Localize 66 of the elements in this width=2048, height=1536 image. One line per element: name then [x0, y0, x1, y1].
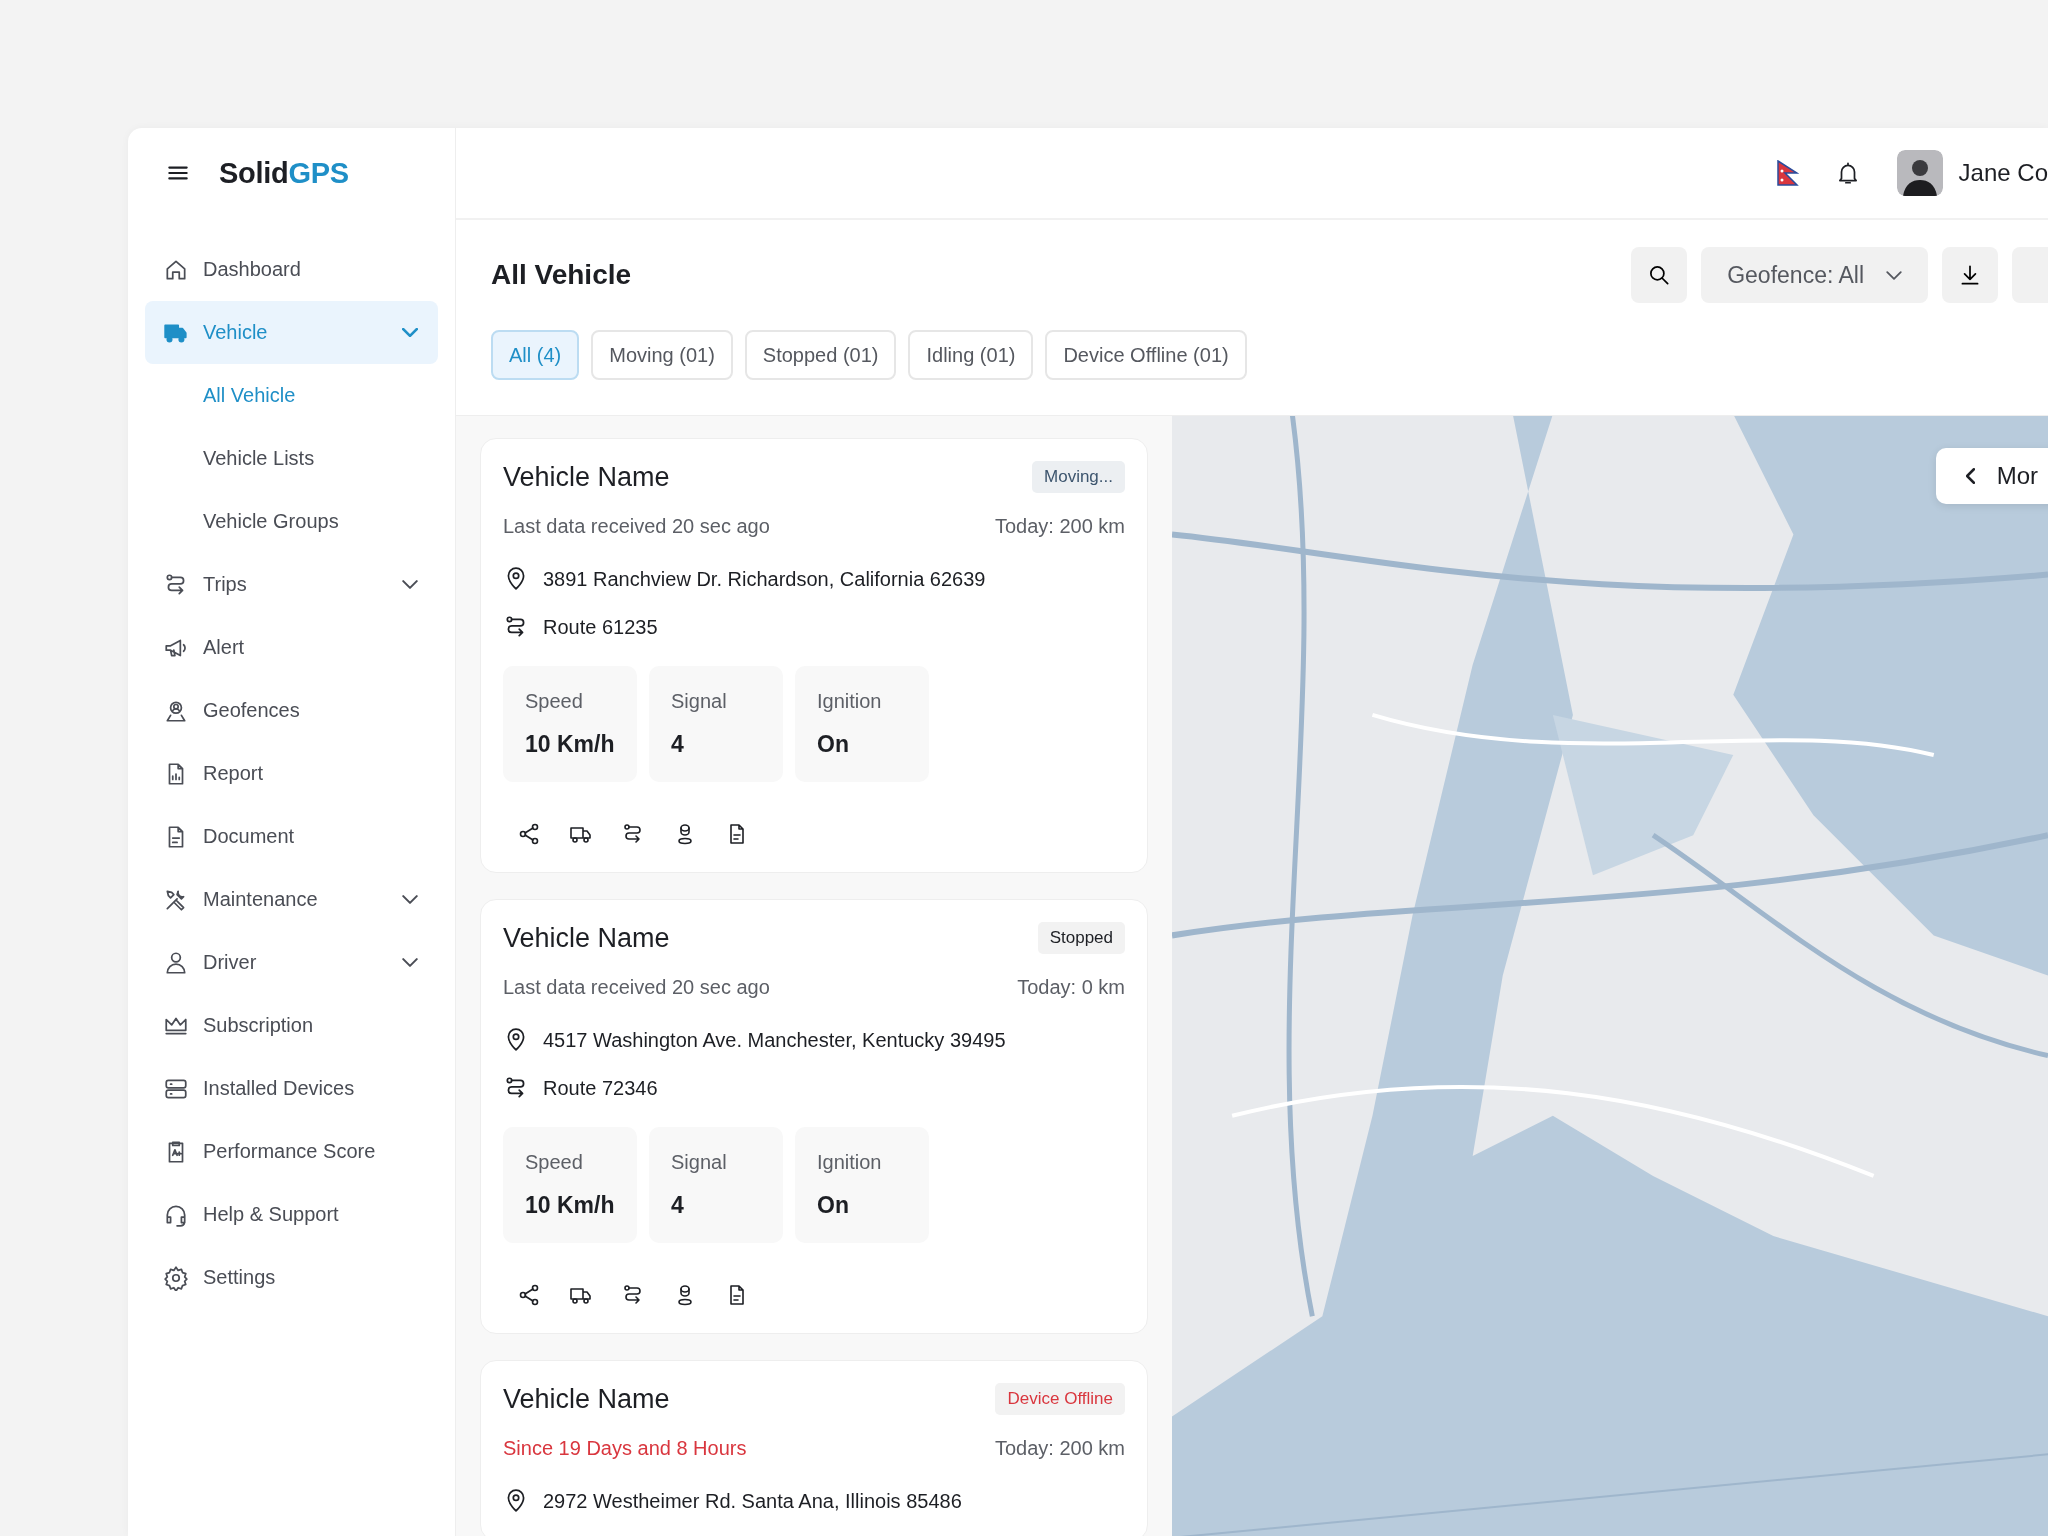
vehicle-card[interactable]: Vehicle Name Device Offline Since 19 Days and 8 Hours Today: 200 km 2972 Westheimer Rd. Santa Ana, Illinois 85486: [480, 1360, 1148, 1536]
search-button[interactable]: [1631, 247, 1688, 303]
filter-tab[interactable]: Stopped (01): [744, 330, 897, 380]
avatar[interactable]: [1896, 150, 1943, 196]
page-title: All Vehicle: [491, 259, 633, 291]
distance-today: Today: 200 km: [994, 1437, 1125, 1460]
status-badge: Moving...: [1032, 461, 1125, 493]
route-text: Route 61235: [543, 615, 658, 639]
nav-item[interactable]: Help & Support: [145, 1183, 438, 1246]
stat-value: On: [817, 1192, 850, 1219]
stat-value: 10 Km/h: [525, 1192, 615, 1219]
nav-item[interactable]: Alert: [145, 616, 438, 679]
stat-label: Speed: [525, 690, 584, 713]
route-text: Route 72346: [543, 1076, 658, 1100]
chevron-down-icon: [1886, 270, 1902, 280]
vehicle-name: Vehicle Name: [503, 922, 670, 954]
nav-subitem[interactable]: Vehicle Lists: [145, 427, 438, 490]
vehicle-name: Vehicle Name: [503, 461, 670, 493]
stat-label: Ignition: [817, 690, 883, 713]
nav-item[interactable]: Subscription: [145, 994, 438, 1057]
stat-label: Speed: [525, 1151, 584, 1174]
nav-item[interactable]: Geofences: [145, 679, 438, 742]
settings-icon: [163, 1264, 189, 1291]
nav-item[interactable]: Document: [145, 805, 438, 868]
share-icon[interactable]: [517, 822, 541, 846]
stat-label: Signal: [671, 1151, 728, 1174]
status-badge: Stopped: [1037, 922, 1125, 954]
nav-subitem[interactable]: All Vehicle: [145, 364, 438, 427]
stat-label: Signal: [671, 690, 728, 713]
stat-value: On: [817, 731, 850, 758]
last-data-text: Since 19 Days and 8 Hours: [503, 1437, 747, 1460]
address-text: 2972 Westheimer Rd. Santa Ana, Illinois 85486: [543, 1489, 962, 1513]
geofence-dropdown[interactable]: Geofence: All: [1701, 247, 1928, 303]
last-data-text: Last data received 20 sec ago: [503, 976, 770, 999]
status-badge: Device Offline: [995, 1383, 1125, 1415]
nav-item[interactable]: Driver: [145, 931, 438, 994]
more-button[interactable]: Mor: [1935, 448, 2048, 504]
filter-tab[interactable]: Idling (01): [908, 330, 1034, 380]
vehicle-name: Vehicle Name: [503, 1383, 670, 1415]
download-button[interactable]: [1942, 247, 1998, 303]
share-icon[interactable]: [517, 1283, 541, 1307]
nav-item[interactable]: Installed Devices: [145, 1057, 438, 1120]
vehicle-card[interactable]: Vehicle Name Stopped Last data received 20 sec ago Today: 0 km 4517 Washington Ave. Manchester, Kentucky 39495 Route 72346 Speed 10 Km/h Signal 4 Ignition On: [480, 899, 1148, 1334]
distance-today: Today: 0 km: [1017, 976, 1125, 999]
vehicle-card[interactable]: Vehicle Name Moving... Last data received 20 sec ago Today: 200 km 3891 Ranchview Dr. Richardson, California 62639 Route 61235 Speed 10 Km/h Signal 4 Ignition On: [480, 438, 1148, 873]
stat-label: Ignition: [817, 1151, 883, 1174]
address-text: 3891 Ranchview Dr. Richardson, California 62639: [543, 567, 986, 591]
filter-tab[interactable]: Moving (01): [591, 330, 733, 380]
nav-item[interactable]: Settings: [145, 1246, 438, 1309]
nav-item[interactable]: Maintenance: [145, 868, 438, 931]
logo: SolidGPS: [219, 156, 349, 190]
address-text: 4517 Washington Ave. Manchester, Kentucky 39495: [543, 1028, 1006, 1052]
filter-tab[interactable]: Device Offline (01): [1045, 330, 1247, 380]
nav-item[interactable]: Dashboard: [145, 238, 438, 301]
nav-item[interactable]: Report: [145, 742, 438, 805]
stat-value: 10 Km/h: [525, 731, 615, 758]
nav-item[interactable]: Performance Score: [145, 1120, 438, 1183]
user-name[interactable]: Jane Co: [1958, 159, 2048, 187]
nav-item[interactable]: Trips: [145, 553, 438, 616]
stat-value: 4: [671, 1192, 685, 1219]
flag-icon[interactable]: [1776, 160, 1799, 186]
chevron-left-icon: [1965, 468, 1975, 484]
nav-subitem[interactable]: Vehicle Groups: [145, 490, 438, 553]
stat-value: 4: [671, 731, 685, 758]
distance-today: Today: 200 km: [994, 515, 1125, 538]
last-data-text: Last data received 20 sec ago: [503, 515, 770, 538]
